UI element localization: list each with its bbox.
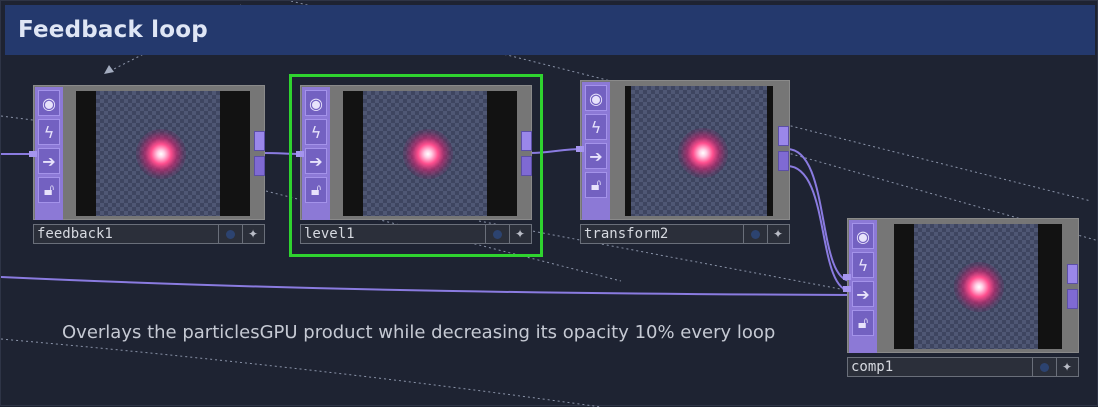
viewer-toggle-icon[interactable]: ◉ [585,85,607,111]
node-namebar: transform2 ✦ [580,224,790,244]
node-namebar: comp1 ✦ [847,357,1079,377]
input-connector[interactable] [843,286,851,292]
node-body[interactable]: ◉ ϟ ➔ 🔓︎ [300,85,532,220]
input-connector[interactable] [843,274,851,280]
node-name-field[interactable]: transform2 [581,225,744,243]
output-connector[interactable] [778,151,789,171]
output-connector[interactable] [254,131,265,151]
pin-icon[interactable]: ✦ [242,225,263,243]
display-arrow-icon[interactable]: ➔ [585,143,607,169]
bypass-icon[interactable]: ϟ [585,114,607,140]
node-side-strip: ◉ ϟ ➔ 🔓︎ [582,82,610,220]
node-name-field[interactable]: level1 [301,225,486,243]
display-arrow-icon[interactable]: ➔ [852,281,874,307]
node-body[interactable]: ◉ ϟ ➔ 🔓︎ [580,80,790,220]
transparency-checker [363,91,487,216]
viewer-toggle-icon[interactable]: ◉ [305,90,327,116]
viewer-toggle-icon[interactable]: ◉ [852,223,874,249]
annotate-header[interactable]: Feedback loop [5,5,1095,55]
output-connector[interactable] [1067,264,1078,284]
display-arrow-icon[interactable]: ➔ [38,148,60,174]
viewer-active-icon[interactable] [489,227,505,241]
particle-image [136,129,186,179]
node-namebar: level1 ✦ [300,224,532,244]
node-viewer[interactable] [894,224,1062,349]
bypass-icon[interactable]: ϟ [305,119,327,145]
annotate-title: Feedback loop [18,17,208,43]
viewer-toggle-icon[interactable]: ◉ [38,90,60,116]
output-connector[interactable] [521,131,532,151]
node-name-field[interactable]: feedback1 [34,225,219,243]
particle-image [403,129,453,179]
lock-icon[interactable]: 🔓︎ [305,177,327,203]
transparency-checker [96,91,220,216]
viewer-active-icon[interactable] [1036,360,1052,374]
particle-image [954,262,1004,312]
node-body[interactable]: ◉ ϟ ➔ 🔓︎ [33,85,265,220]
viewer-active-icon[interactable] [222,227,238,241]
node-name: feedback1 [37,226,113,242]
input-connector[interactable] [576,146,584,152]
node-side-strip: ◉ ϟ ➔ 🔓︎ [302,87,330,220]
pin-icon[interactable]: ✦ [509,225,530,243]
node-viewer[interactable] [76,91,250,216]
node-name: transform2 [584,226,669,242]
node-side-strip: ◉ ϟ ➔ 🔓︎ [35,87,63,220]
bypass-icon[interactable]: ϟ [852,252,874,278]
output-connector[interactable] [1067,289,1078,309]
particle-image [678,128,728,178]
lock-icon[interactable]: 🔓︎ [38,177,60,203]
network-editor[interactable]: Feedback loop ◉ ϟ ➔ 🔓︎ feedback1 ✦ ◉ ϟ ➔… [0,0,1098,407]
node-name: comp1 [851,359,894,375]
input-connector[interactable] [296,151,304,157]
pin-icon[interactable]: ✦ [1056,358,1077,376]
output-connector[interactable] [521,156,532,176]
node-namebar: feedback1 ✦ [33,224,265,244]
transparency-checker [914,224,1038,349]
transparency-checker [631,86,767,216]
input-connector[interactable] [29,151,37,157]
node-viewer[interactable] [625,86,773,216]
pin-icon[interactable]: ✦ [767,225,788,243]
node-side-strip: ◉ ϟ ➔ 🔓︎ [849,220,877,353]
viewer-active-icon[interactable] [747,227,763,241]
node-viewer[interactable] [343,91,517,216]
output-connector[interactable] [778,126,789,146]
display-arrow-icon[interactable]: ➔ [305,148,327,174]
lock-icon[interactable]: 🔓︎ [585,172,607,198]
network-comment: Overlays the particlesGPU product while … [62,322,776,343]
node-body[interactable]: ◉ ϟ ➔ 🔓︎ [847,218,1079,353]
bypass-icon[interactable]: ϟ [38,119,60,145]
node-name-field[interactable]: comp1 [848,358,1033,376]
lock-icon[interactable]: 🔓︎ [852,310,874,336]
output-connector[interactable] [254,156,265,176]
node-name: level1 [304,226,355,242]
